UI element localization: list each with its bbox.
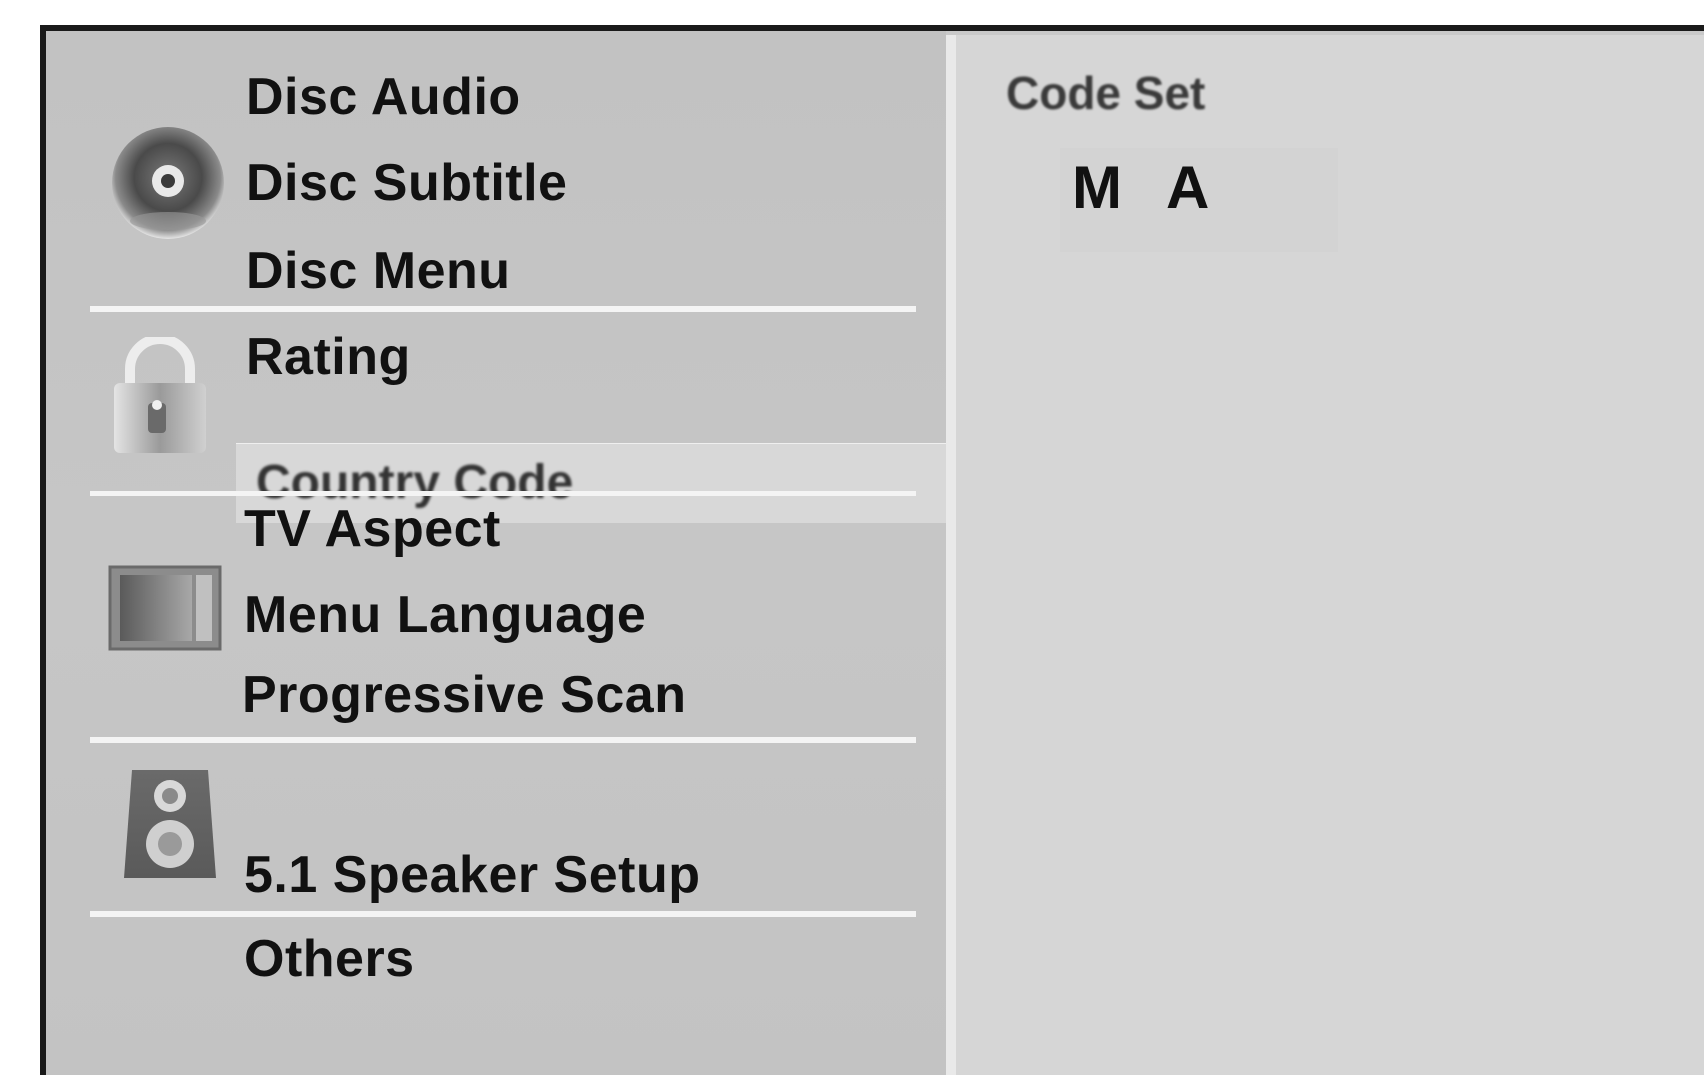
menu-divider bbox=[90, 911, 916, 917]
code-char-2[interactable]: A bbox=[1166, 148, 1209, 228]
menu-divider bbox=[90, 306, 916, 312]
menu-item-speaker-setup[interactable]: 5.1 Speaker Setup bbox=[244, 845, 701, 905]
lock-icon bbox=[108, 334, 212, 457]
menu-item-rating[interactable]: Rating bbox=[246, 327, 411, 387]
code-set-label: Code Set bbox=[1006, 67, 1206, 119]
code-char-1[interactable]: M bbox=[1072, 148, 1122, 228]
setup-menu-screen: Disc Audio Disc Subtitle Disc Menu Ratin… bbox=[40, 25, 1704, 1075]
menu-item-disc-audio[interactable]: Disc Audio bbox=[246, 67, 521, 127]
menu-item-others[interactable]: Others bbox=[244, 929, 415, 989]
disc-icon bbox=[108, 123, 228, 243]
speaker-icon bbox=[120, 768, 220, 882]
menu-item-disc-subtitle[interactable]: Disc Subtitle bbox=[246, 153, 567, 213]
menu-item-progressive-scan[interactable]: Progressive Scan bbox=[242, 665, 686, 725]
menu-item-menu-language[interactable]: Menu Language bbox=[244, 585, 646, 645]
menu-divider bbox=[90, 737, 916, 743]
tv-screen-icon bbox=[108, 565, 222, 651]
setup-menu-list: Disc Audio Disc Subtitle Disc Menu Ratin… bbox=[46, 31, 958, 1075]
menu-divider bbox=[90, 491, 916, 496]
menu-item-tv-aspect[interactable]: TV Aspect bbox=[244, 499, 501, 559]
menu-item-disc-menu[interactable]: Disc Menu bbox=[246, 241, 511, 301]
